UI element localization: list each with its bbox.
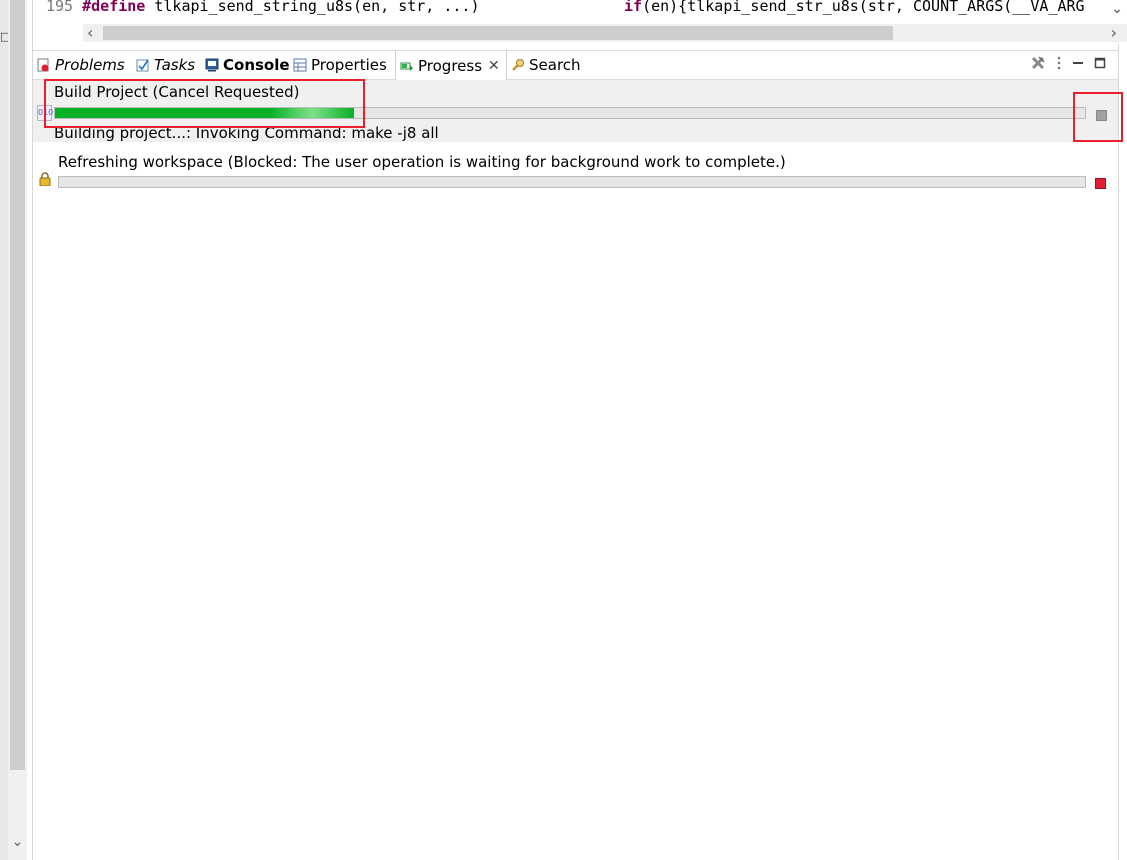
tab-console[interactable]: Console [205,51,290,79]
console-icon [205,58,219,72]
chevron-left-icon[interactable]: ‹ [87,23,93,42]
chevron-right-icon[interactable]: › [1111,23,1117,42]
code-text: tlkapi_send_string_u8s(en, str, ...) [145,0,480,15]
view-tab-bar: Problems Tasks Console Properties Progre… [33,50,1118,80]
progress-view: Build Project (Cancel Requested) 010 Bui… [33,80,1118,860]
tab-tasks[interactable]: Tasks [136,51,195,79]
line-number: 195 [46,0,74,15]
view-toolbar [1030,55,1106,75]
tab-problems[interactable]: Problems [37,51,125,79]
maximize-icon[interactable] [1094,57,1106,73]
code-line-195-right: if(en){tlkapi_send_str_u8s(str, COUNT_AR… [624,0,1085,15]
code-line-195: 195 #define tlkapi_send_string_u8s(en, s… [46,0,479,15]
remove-all-finished-icon[interactable] [1030,55,1046,75]
lock-icon [38,172,52,187]
tasks-icon [136,58,150,72]
view-menu-icon[interactable] [1056,56,1062,74]
horizontal-scrollbar-thumb[interactable] [103,26,893,40]
search-icon [511,58,525,72]
progress-icon [400,59,414,73]
minimize-icon[interactable] [1072,57,1084,73]
tab-label-problems: Problems [55,56,125,74]
left-scrollbar-thumb[interactable] [10,0,25,770]
left-edge-strip [0,0,8,860]
editor-horizontal-scrollbar[interactable]: ‹ › [83,23,1127,42]
code-keyword-if: if [624,0,643,15]
chevron-down-icon[interactable]: ⌄ [8,832,27,852]
tab-label-progress: Progress [418,56,483,75]
tab-progress[interactable]: Progress ✕ [395,51,507,80]
highlight-box-title [44,79,365,128]
close-icon[interactable]: ✕ [488,58,500,74]
highlight-box-stop [1073,92,1123,142]
code-keyword: #define [82,0,146,15]
tab-properties[interactable]: Properties [293,51,387,79]
tab-search[interactable]: Search [511,51,581,79]
tab-label-properties: Properties [311,56,387,74]
code-editor[interactable]: 195 #define tlkapi_send_string_u8s(en, s… [33,0,1127,44]
panel-right-edge [1118,44,1119,860]
problems-icon [37,58,51,72]
tab-label-search: Search [529,56,581,74]
cancel-job-refresh-icon[interactable] [1095,178,1106,189]
editor-scroll-down-icon[interactable]: ⌄ [1111,1,1123,17]
tab-label-console: Console [223,56,290,74]
code-text-right: (en){tlkapi_send_str_u8s(str, COUNT_ARGS… [642,0,1085,15]
job-progress-bar-refresh [58,176,1086,188]
properties-icon [293,58,307,72]
tab-label-tasks: Tasks [154,56,196,74]
job-title-refresh: Refreshing workspace (Blocked: The user … [58,153,786,171]
